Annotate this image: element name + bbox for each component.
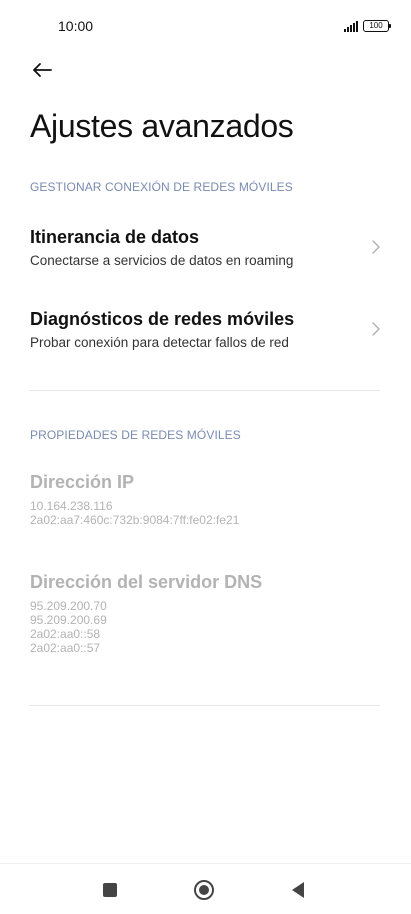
dns-server-value: 2a02:aa0::58 [30,627,101,641]
list-item-subtitle: Probar conexión para detectar fallos de … [30,335,289,350]
battery-icon: 100 [363,20,391,32]
section-header-manage: GESTIONAR CONEXIÓN DE REDES MÓVILES [30,180,293,194]
status-icons: 100 [344,20,391,32]
status-time: 10:00 [58,18,94,34]
navigation-bar [0,863,411,914]
dns-server-value: 95.209.200.69 [30,613,107,627]
chevron-right-icon [372,240,380,254]
arrow-left-icon [33,63,52,77]
status-bar: 10:00 100 [0,0,411,56]
dns-server-block: Dirección del servidor DNS 95.209.200.70… [30,572,390,655]
battery-level: 100 [369,21,383,30]
list-item-subtitle: Conectarse a servicios de datos en roami… [30,253,294,268]
dns-server-value: 2a02:aa0::57 [30,641,101,655]
back-nav-button[interactable] [286,878,310,902]
dns-server-value: 95.209.200.70 [30,599,107,613]
ip-address-title: Dirección IP [30,472,135,492]
divider [30,705,380,706]
list-item-network-diagnostics[interactable]: Diagnósticos de redes móviles Probar con… [0,309,411,373]
list-item-title: Itinerancia de datos [30,227,200,247]
dns-server-title: Dirección del servidor DNS [30,572,263,592]
divider [30,390,380,391]
recents-button[interactable] [98,878,122,902]
square-icon [103,883,117,897]
home-button[interactable] [192,878,216,902]
ip-address-value: 2a02:aa7:460c:732b:9084:7ff:fe02:fe21 [30,513,240,527]
back-button[interactable] [22,56,62,86]
triangle-back-icon [292,882,304,898]
page-title: Ajustes avanzados [30,108,294,144]
screen: 10:00 100 Ajustes avanzados GESTIONAR CO… [0,0,411,914]
ip-address-block: Dirección IP 10.164.238.116 2a02:aa7:460… [30,472,390,527]
circle-icon [194,880,214,900]
section-header-properties: PROPIEDADES DE REDES MÓVILES [30,428,241,442]
signal-icon [344,21,358,32]
list-item-data-roaming[interactable]: Itinerancia de datos Conectarse a servic… [0,227,411,291]
list-item-title: Diagnósticos de redes móviles [30,309,295,329]
ip-address-value: 10.164.238.116 [30,499,113,513]
chevron-right-icon [372,322,380,336]
